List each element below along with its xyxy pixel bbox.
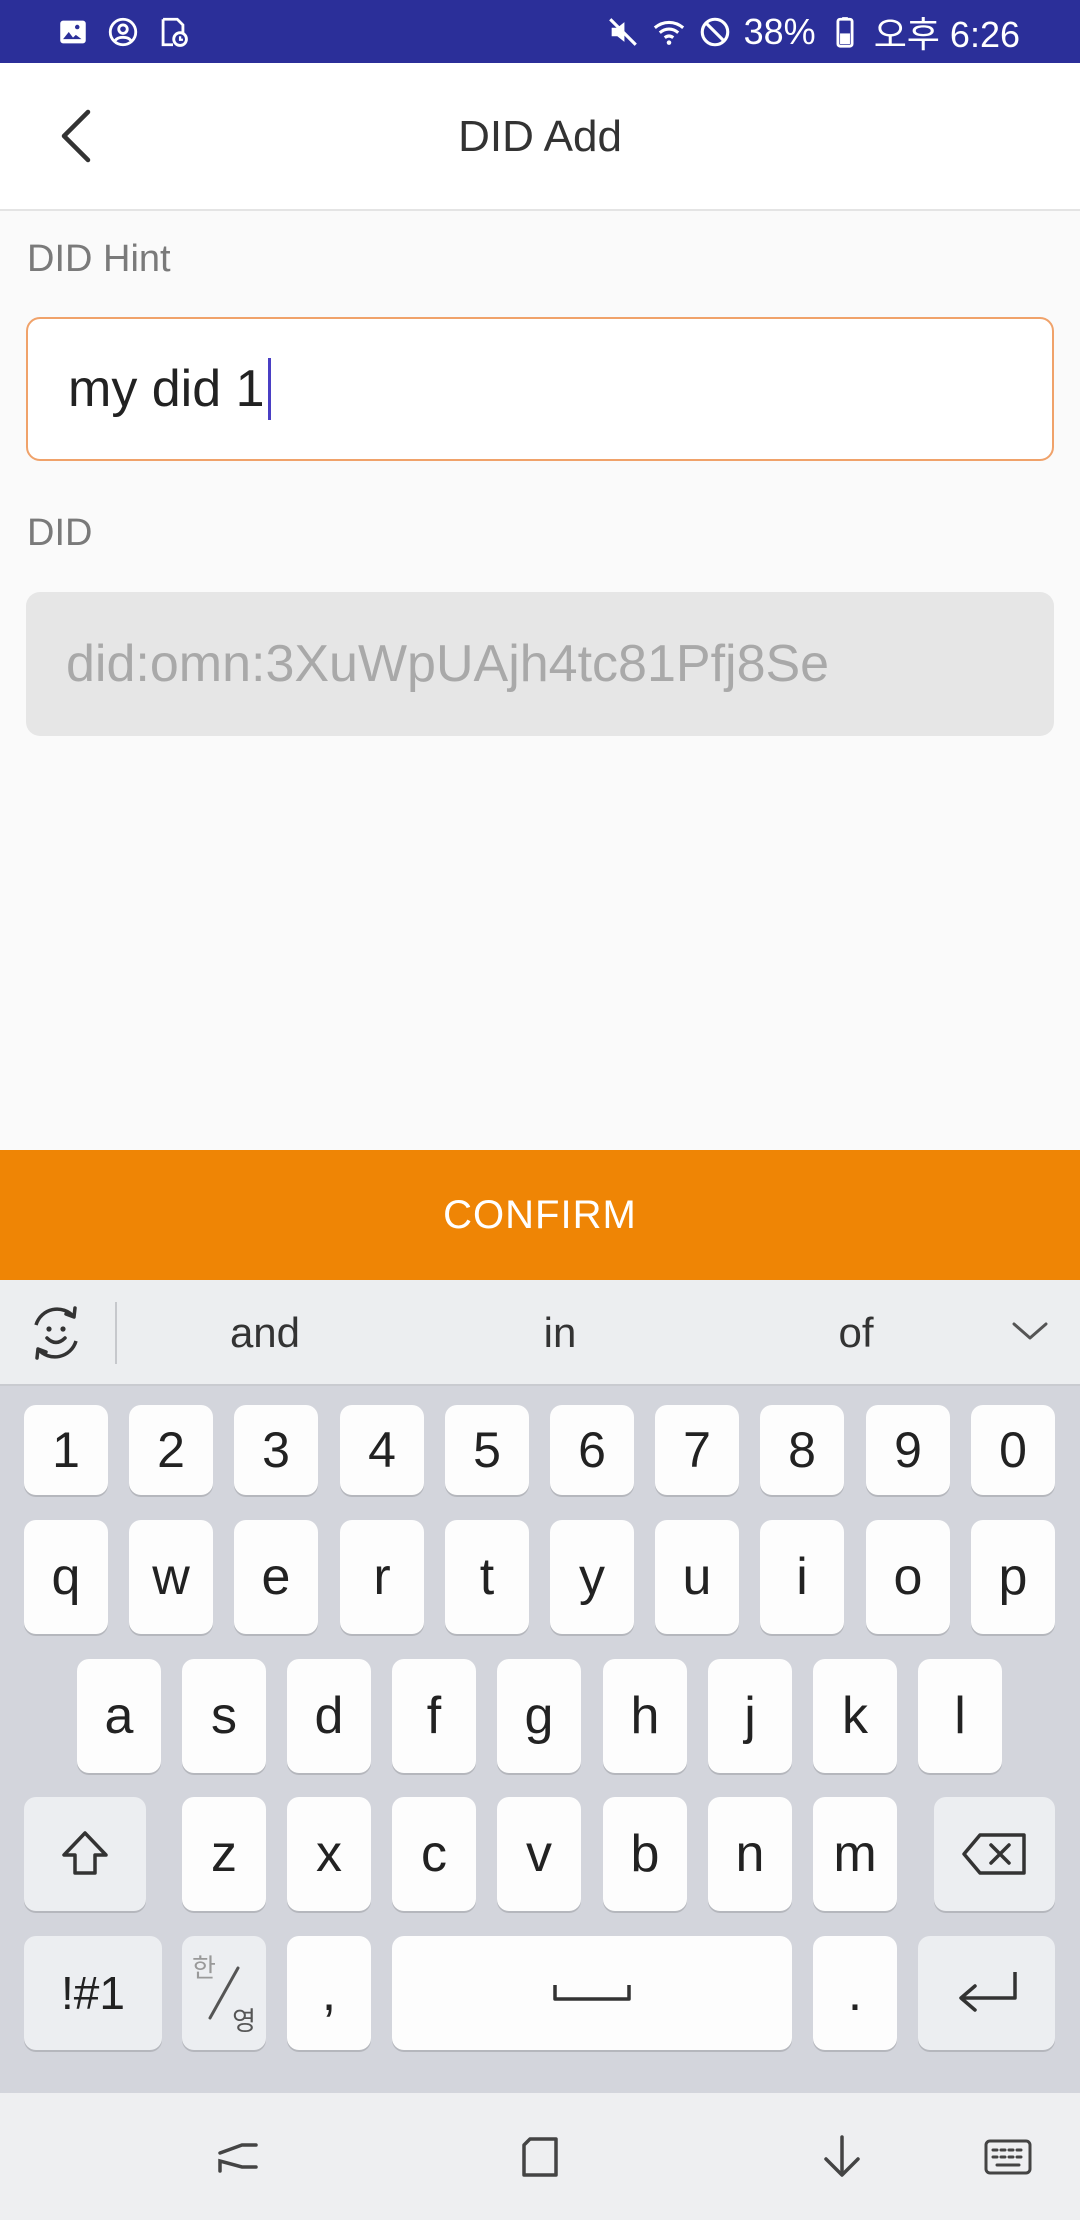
page-title: DID Add — [458, 112, 622, 161]
app-header: DID Add — [0, 63, 1080, 211]
status-left-icons — [56, 0, 190, 63]
did-field: did:omn:3XuWpUAjh4tc81Pfj8Se — [26, 592, 1054, 736]
enter-key[interactable] — [918, 1936, 1055, 2050]
key-comma[interactable]: , — [287, 1936, 371, 2050]
key-9[interactable]: 9 — [866, 1405, 950, 1495]
keyboard: and in of 1 2 3 4 5 6 7 8 9 0 q w e r t … — [0, 1280, 1080, 2093]
key-3[interactable]: 3 — [234, 1405, 318, 1495]
confirm-button[interactable]: CONFIRM — [0, 1150, 1080, 1280]
key-7[interactable]: 7 — [655, 1405, 739, 1495]
key-4[interactable]: 4 — [340, 1405, 424, 1495]
wifi-icon — [652, 15, 686, 49]
key-i[interactable]: i — [760, 1520, 844, 1634]
key-l[interactable]: l — [918, 1659, 1002, 1773]
key-5[interactable]: 5 — [445, 1405, 529, 1495]
key-b[interactable]: b — [603, 1797, 687, 1911]
enter-icon — [958, 1972, 1017, 2012]
status-time: 오후 6:26 — [873, 13, 1020, 55]
backspace-icon — [961, 1833, 1026, 1875]
key-y[interactable]: y — [550, 1520, 634, 1634]
battery-percent: 38% — [743, 10, 816, 52]
key-u[interactable]: u — [655, 1520, 739, 1634]
key-p[interactable]: p — [971, 1520, 1055, 1634]
key-r[interactable]: r — [340, 1520, 424, 1634]
key-e[interactable]: e — [234, 1520, 318, 1634]
key-0[interactable]: 0 — [971, 1405, 1055, 1495]
key-v[interactable]: v — [497, 1797, 581, 1911]
space-icon — [553, 1985, 631, 2001]
key-n[interactable]: n — [708, 1797, 792, 1911]
key-8[interactable]: 8 — [760, 1405, 844, 1495]
lang-bottom-label: 영 — [232, 2006, 256, 2036]
text-cursor — [267, 358, 271, 420]
screen: 38% 오후 6:26 DID Add DID Hint my did 1 DI… — [0, 0, 1080, 2220]
space-key[interactable] — [392, 1936, 792, 2050]
status-bar: 38% 오후 6:26 — [0, 0, 1080, 63]
key-6[interactable]: 6 — [550, 1405, 634, 1495]
key-s[interactable]: s — [182, 1659, 266, 1773]
suggestion-divider — [115, 1302, 117, 1364]
home-icon[interactable] — [514, 2131, 566, 2183]
key-k[interactable]: k — [813, 1659, 897, 1773]
shift-key[interactable] — [24, 1797, 146, 1911]
chevron-down-icon[interactable] — [1008, 1310, 1052, 1354]
keyboard-icon[interactable] — [982, 2131, 1034, 2183]
shift-icon — [62, 1831, 108, 1875]
key-f[interactable]: f — [392, 1659, 476, 1773]
key-z[interactable]: z — [182, 1797, 266, 1911]
key-1[interactable]: 1 — [24, 1405, 108, 1495]
hide-keyboard-icon[interactable] — [816, 2131, 868, 2183]
key-q[interactable]: q — [24, 1520, 108, 1634]
mute-icon — [606, 15, 640, 49]
key-period[interactable]: . — [813, 1936, 897, 2050]
did-hint-value: my did 1 — [68, 360, 265, 418]
emoji-cycle-icon[interactable] — [26, 1303, 86, 1363]
key-x[interactable]: x — [287, 1797, 371, 1911]
key-g[interactable]: g — [497, 1659, 581, 1773]
symbols-key[interactable]: !#1 — [24, 1936, 162, 2050]
key-d[interactable]: d — [287, 1659, 371, 1773]
language-switch-key[interactable]: 한 영 — [182, 1936, 266, 2050]
suggestion-word[interactable]: in — [460, 1280, 660, 1386]
key-t[interactable]: t — [445, 1520, 529, 1634]
did-hint-label: DID Hint — [27, 238, 171, 280]
key-2[interactable]: 2 — [129, 1405, 213, 1495]
file-clock-icon — [156, 15, 190, 49]
gallery-icon — [56, 15, 90, 49]
key-c[interactable]: c — [392, 1797, 476, 1911]
did-value: did:omn:3XuWpUAjh4tc81Pfj8Se — [66, 635, 830, 693]
key-j[interactable]: j — [708, 1659, 792, 1773]
key-h[interactable]: h — [603, 1659, 687, 1773]
suggestion-word[interactable]: of — [756, 1280, 956, 1386]
account-icon — [106, 15, 140, 49]
suggestion-bar: and in of — [0, 1280, 1080, 1386]
did-label: DID — [27, 512, 93, 554]
status-right: 38% 오후 6:26 — [606, 0, 1020, 63]
key-w[interactable]: w — [129, 1520, 213, 1634]
key-m[interactable]: m — [813, 1797, 897, 1911]
key-o[interactable]: o — [866, 1520, 950, 1634]
do-not-disturb-icon — [698, 15, 732, 49]
navigation-bar — [0, 2093, 1080, 2220]
recent-apps-icon[interactable] — [212, 2131, 264, 2183]
did-hint-input[interactable]: my did 1 — [26, 317, 1054, 461]
battery-icon — [828, 15, 862, 49]
backspace-key[interactable] — [934, 1797, 1055, 1911]
key-a[interactable]: a — [77, 1659, 161, 1773]
suggestion-word[interactable]: and — [165, 1280, 365, 1386]
